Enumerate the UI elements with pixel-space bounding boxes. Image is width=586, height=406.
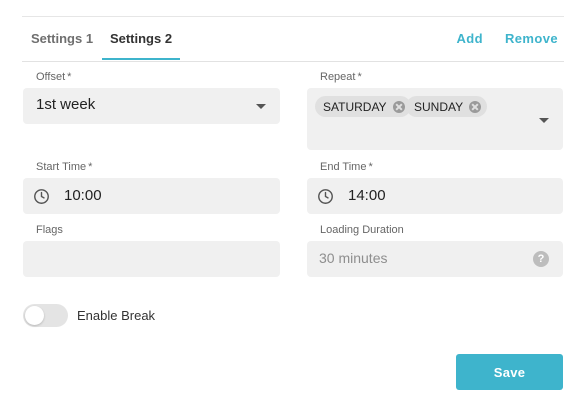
required-mark: * xyxy=(357,71,362,83)
chip-label: SATURDAY xyxy=(323,99,387,114)
chip-remove-icon[interactable] xyxy=(469,100,482,113)
help-icon[interactable]: ? xyxy=(533,251,549,267)
required-mark: * xyxy=(88,161,93,173)
loading-duration-value: 30 minutes xyxy=(319,250,388,266)
repeat-multiselect[interactable]: SATURDAY SUNDAY xyxy=(307,88,563,150)
offset-label-text: Offset xyxy=(36,71,66,83)
chip-label: SUNDAY xyxy=(414,99,464,114)
repeat-label: Repeat * xyxy=(320,71,362,83)
end-time-label-text: End Time xyxy=(320,161,367,173)
offset-value: 1st week xyxy=(36,96,96,113)
loading-duration-label: Loading Duration xyxy=(320,224,404,236)
loading-duration-label-text: Loading Duration xyxy=(320,224,404,236)
toggle-knob xyxy=(25,306,44,325)
repeat-label-text: Repeat xyxy=(320,71,356,83)
end-time-input[interactable]: 14:00 xyxy=(307,178,563,214)
tab-settings-1[interactable]: Settings 1 xyxy=(22,17,102,59)
start-time-value: 10:00 xyxy=(64,187,102,204)
save-button[interactable]: Save xyxy=(456,354,563,390)
end-time-label: End Time * xyxy=(320,161,373,173)
flags-label: Flags xyxy=(36,224,63,236)
required-mark: * xyxy=(368,161,373,173)
loading-duration-input: 30 minutes ? xyxy=(307,241,563,277)
chevron-down-icon xyxy=(539,118,549,123)
required-mark: * xyxy=(67,71,72,83)
flags-label-text: Flags xyxy=(36,224,63,236)
start-time-input[interactable]: 10:00 xyxy=(23,178,280,214)
start-time-label: Start Time * xyxy=(36,161,92,173)
enable-break-toggle[interactable] xyxy=(23,304,68,327)
flags-input[interactable] xyxy=(23,241,280,277)
offset-select[interactable]: 1st week xyxy=(23,88,280,124)
chip-remove-icon[interactable] xyxy=(392,100,405,113)
remove-button[interactable]: Remove xyxy=(505,17,558,59)
offset-label: Offset * xyxy=(36,71,71,83)
clock-icon xyxy=(34,189,49,204)
tab-bar: Settings 1 Settings 2 Add Remove xyxy=(22,17,564,62)
chip-saturday: SATURDAY xyxy=(315,96,411,117)
clock-icon xyxy=(318,189,333,204)
chip-sunday: SUNDAY xyxy=(406,96,488,117)
tab-settings-2[interactable]: Settings 2 xyxy=(102,17,180,60)
chevron-down-icon xyxy=(256,104,266,109)
end-time-value: 14:00 xyxy=(348,187,386,204)
start-time-label-text: Start Time xyxy=(36,161,87,173)
settings-panel: Settings 1 Settings 2 Add Remove Offset *… xyxy=(0,0,586,406)
add-button[interactable]: Add xyxy=(457,17,483,59)
enable-break-label: Enable Break xyxy=(77,308,156,323)
